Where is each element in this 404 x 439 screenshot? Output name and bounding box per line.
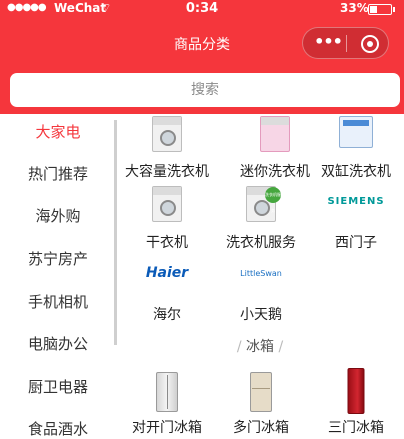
search-bar: 搜索 — [0, 66, 404, 114]
brand-label: 小天鹅 — [240, 307, 282, 323]
subcategory-tile[interactable]: 干衣机 — [117, 184, 217, 254]
dryer-image — [152, 186, 182, 222]
three-door-fridge-image — [347, 368, 365, 414]
section-divider: / — [278, 339, 284, 355]
subcategory-tile[interactable]: 洗衣机服务 洗衣机服务 — [211, 184, 311, 254]
brand-label: 海尔 — [153, 307, 181, 323]
subcategory-tile[interactable]: SIEMENS 西门子 — [306, 184, 404, 254]
category-sidebar: 大家电 热门推荐 海外购 苏宁房产 手机相机 电脑办公 厨卫电器 食品酒水 — [0, 114, 116, 438]
capsule-divider — [346, 35, 347, 52]
subcategory-label: 大容量洗衣机 — [125, 164, 209, 180]
subcategory-label: 干衣机 — [146, 235, 188, 251]
siemens-logo: SIEMENS — [327, 196, 385, 207]
category-item-active[interactable]: 大家电 — [0, 121, 116, 142]
side-by-side-fridge-image — [156, 372, 178, 412]
multi-door-fridge-image — [250, 372, 272, 412]
subcategory-label: 西门子 — [335, 235, 377, 251]
category-item[interactable]: 食品酒水 — [0, 418, 116, 439]
mini-washer-image — [260, 116, 290, 152]
washer-image — [152, 116, 182, 152]
search-input[interactable]: 搜索 — [10, 73, 400, 107]
service-badge: 洗衣机服务 — [265, 187, 281, 213]
subcategory-label: 三门冰箱 — [328, 420, 384, 436]
twin-tub-washer-image — [339, 116, 373, 148]
section-header: / 冰箱 / — [150, 336, 370, 356]
littleswan-logo: LittleSwan — [240, 269, 282, 278]
subcategory-label: 双缸洗衣机 — [321, 164, 391, 180]
category-item[interactable]: 海外购 — [0, 205, 116, 226]
subcategory-tile[interactable]: 对开门冰箱 — [117, 366, 217, 436]
category-item[interactable]: 电脑办公 — [0, 333, 116, 354]
subcategory-tile[interactable]: 双缸洗衣机 — [306, 114, 404, 184]
status-bar: ●●●●● WeChat ⌔ 0:34 33% — [0, 0, 404, 20]
category-item[interactable]: 手机相机 — [0, 291, 116, 312]
battery-percent: 33% — [340, 1, 369, 15]
category-item[interactable]: 热门推荐 — [0, 163, 116, 184]
subcategory-label: 多门冰箱 — [233, 420, 289, 436]
subcategory-tile[interactable]: 三门冰箱 — [306, 366, 404, 436]
subcategory-label: 对开门冰箱 — [132, 420, 202, 436]
section-title: 冰箱 — [246, 339, 274, 355]
subcategory-label: 洗衣机服务 — [226, 235, 296, 251]
brand-tile[interactable]: Haier 海尔 — [117, 258, 217, 328]
section-divider: / — [236, 339, 242, 355]
record-close-icon[interactable] — [361, 35, 379, 53]
miniprogram-capsule: ••• — [302, 27, 389, 59]
brand-tile[interactable]: LittleSwan 小天鹅 — [211, 258, 311, 328]
battery-icon — [368, 4, 395, 15]
category-item[interactable]: 厨卫电器 — [0, 376, 116, 397]
washer-service-image: 洗衣机服务 — [246, 186, 281, 222]
category-item[interactable]: 苏宁房产 — [0, 248, 116, 269]
haier-logo: Haier — [145, 265, 189, 281]
subcategory-tile[interactable]: 大容量洗衣机 — [117, 114, 217, 184]
subcategory-tile[interactable]: 多门冰箱 — [211, 366, 311, 436]
header-bar: ●●●●● WeChat ⌔ 0:34 33% 商品分类 ••• — [0, 0, 404, 66]
more-dots-icon[interactable]: ••• — [313, 32, 343, 51]
